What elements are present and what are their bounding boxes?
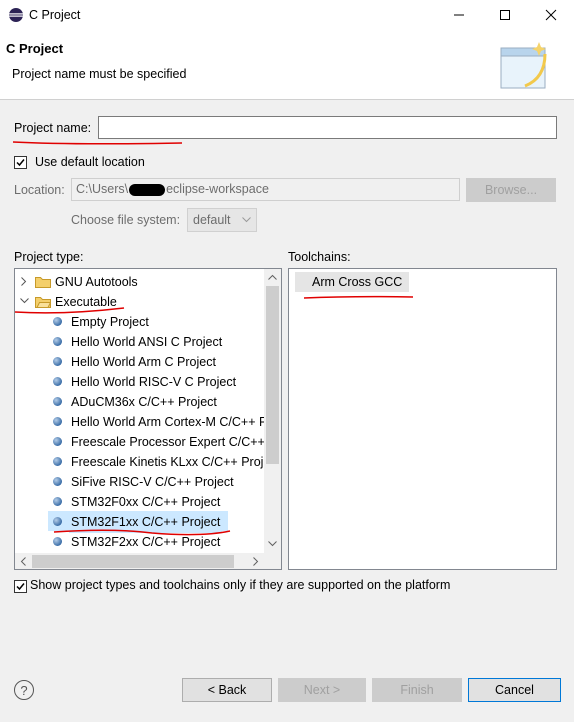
scroll-right-icon — [253, 557, 259, 566]
toolchain-item-arm-cross-gcc[interactable]: Arm Cross GCC — [295, 272, 409, 292]
scrollbar-thumb[interactable] — [266, 286, 279, 464]
checkmark-icon — [16, 159, 25, 167]
location-input: C:\Users\ eclipse-workspace — [71, 178, 460, 201]
scrollbar-corner — [264, 553, 281, 569]
project-type-icon — [53, 317, 62, 326]
wizard-banner — [0, 31, 574, 100]
toolchains-label: Toolchains: — [288, 250, 351, 264]
annotation-underline — [12, 141, 183, 145]
project-type-icon — [53, 337, 62, 346]
cancel-button[interactable]: Cancel — [468, 678, 561, 702]
help-icon[interactable]: ? — [14, 680, 34, 700]
project-name-label: Project name: — [14, 121, 92, 135]
annotation-underline — [14, 307, 125, 314]
project-type-icon — [53, 477, 62, 486]
scroll-up-icon — [268, 274, 277, 280]
use-default-location-checkbox[interactable] — [14, 156, 27, 169]
project-type-icon — [53, 357, 62, 366]
file-system-select[interactable]: default — [187, 208, 257, 232]
project-type-icon — [53, 377, 62, 386]
minimize-button[interactable] — [436, 0, 482, 30]
tree-item-label: Hello World RISC-V C Project — [71, 375, 237, 389]
project-name-input[interactable] — [98, 116, 557, 139]
tree-item-label: Hello World Arm C Project — [71, 355, 216, 369]
tree-item-label: GNU Autotools — [55, 275, 138, 289]
chevron-down-icon — [242, 217, 251, 223]
close-button[interactable] — [528, 0, 574, 30]
tree-item-label: Hello World ANSI C Project — [71, 335, 223, 349]
toolchains-list[interactable]: Arm Cross GCC — [288, 268, 557, 570]
eclipse-icon — [8, 7, 24, 23]
file-system-value: default — [193, 213, 231, 227]
maximize-button[interactable] — [482, 0, 528, 30]
folder-icon — [35, 277, 51, 288]
close-icon — [545, 9, 557, 21]
banner-title: C Project — [6, 41, 64, 56]
annotation-underline — [53, 529, 231, 536]
project-type-icon — [53, 417, 62, 426]
scrollbar-thumb[interactable] — [32, 555, 234, 568]
project-type-icon — [53, 497, 62, 506]
scroll-down-icon — [268, 541, 277, 547]
window-title: C Project — [29, 8, 81, 22]
finish-button[interactable]: Finish — [372, 678, 462, 702]
tree-item-label: Freescale Kinetis KLxx C/C++ Project — [71, 455, 281, 469]
browse-button[interactable]: Browse... — [466, 178, 556, 202]
project-type-icon — [53, 437, 62, 446]
location-value-suffix: eclipse-workspace — [166, 182, 269, 196]
back-button[interactable]: < Back — [182, 678, 272, 702]
location-value-prefix: C:\Users\ — [76, 182, 129, 196]
checkmark-icon — [16, 583, 25, 591]
minimize-icon — [454, 14, 464, 16]
project-type-icon — [53, 397, 62, 406]
project-type-icon — [53, 457, 62, 466]
redaction-mark — [129, 183, 166, 196]
file-system-label: Choose file system: — [71, 213, 181, 227]
banner-message: Project name must be specified — [12, 67, 187, 81]
project-type-label: Project type: — [14, 250, 84, 264]
tree-item-label: Freescale Processor Expert C/C++ Project — [71, 435, 281, 449]
vertical-scrollbar[interactable] — [264, 269, 281, 553]
tree-item-label: ADuCM36x C/C++ Project — [71, 395, 217, 409]
toolchain-item-label: Arm Cross GCC — [312, 275, 403, 289]
tree-item-label: SiFive RISC-V C/C++ Project — [71, 475, 234, 489]
show-supported-only-checkbox[interactable] — [14, 580, 27, 593]
location-label: Location: — [14, 183, 65, 197]
show-supported-only-label: Show project types and toolchains only i… — [30, 578, 451, 592]
use-default-location-label: Use default location — [35, 155, 145, 169]
scroll-left-icon — [20, 557, 26, 566]
annotation-underline — [303, 295, 414, 299]
project-type-icon — [53, 537, 62, 546]
chevron-right-icon — [21, 277, 27, 286]
next-button[interactable]: Next > — [278, 678, 366, 702]
tree-item-label: Hello World Arm Cortex-M C/C++ Project — [71, 415, 282, 429]
horizontal-scrollbar[interactable] — [15, 553, 264, 569]
maximize-icon — [500, 10, 510, 20]
tree-item-label: STM32F0xx C/C++ Project — [71, 495, 221, 509]
wizard-banner-icon — [495, 38, 555, 94]
chevron-down-icon — [20, 298, 29, 304]
